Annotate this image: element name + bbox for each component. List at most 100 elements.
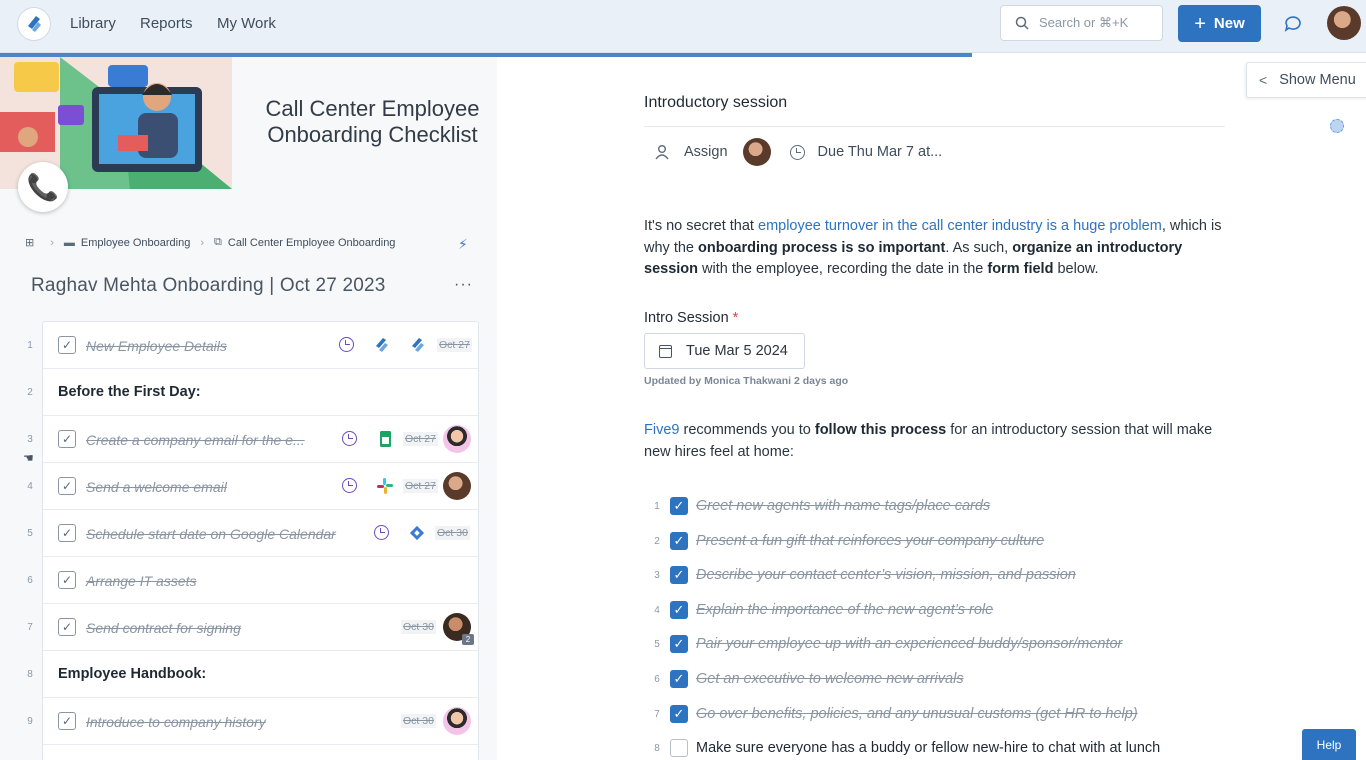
task-checkbox[interactable]: ✓	[58, 336, 76, 354]
divider	[644, 126, 1225, 127]
assignee-count-badge: 2	[462, 634, 474, 645]
due-date-button[interactable]: Due Thu Mar 7 at...	[818, 144, 943, 160]
due-date: Oct 27	[437, 338, 472, 352]
user-avatar[interactable]	[1327, 6, 1361, 40]
run-title[interactable]: Raghav Mehta Onboarding | Oct 27 2023	[31, 275, 386, 297]
text-run-bold: form field	[987, 261, 1054, 277]
app-logo-icon	[412, 338, 424, 352]
task-number: 5	[27, 528, 33, 539]
logo-icon[interactable]	[18, 8, 50, 40]
turnover-link[interactable]: employee turnover in the call center ind…	[758, 218, 1162, 234]
assignee-avatar[interactable]	[443, 425, 471, 453]
subtask-checkbox[interactable]	[670, 739, 688, 757]
app-logo-icon	[376, 338, 388, 352]
show-menu-button[interactable]: < Show Menu	[1246, 62, 1366, 98]
intro-session-date-field[interactable]: Tue Mar 5 2024	[644, 333, 805, 369]
subtask-label: Get an executive to welcome new arrivals	[696, 671, 964, 687]
subtask-number: 3	[654, 569, 660, 581]
subtask-item: 7 ✓ Go over benefits, policies, and any …	[650, 704, 1138, 724]
task-row[interactable]: 7 ✓ Send contract for signing Oct 30 2	[27, 604, 478, 651]
subtask-item: 8 Make sure everyone has a buddy or fell…	[650, 738, 1160, 758]
field-label-text: Intro Session	[644, 310, 729, 326]
process-description: Five9 recommends you to follow this proc…	[644, 420, 1224, 463]
subtask-checkbox[interactable]: ✓	[670, 497, 688, 515]
task-row[interactable]: 9 ✓ Introduce to company history Oct 30	[27, 698, 478, 745]
subtask-label: Present a fun gift that reinforces your …	[696, 533, 1045, 549]
search-placeholder: Search or ⌘+K	[1039, 15, 1129, 30]
more-options-icon[interactable]: ···	[454, 276, 473, 294]
subtask-checkbox[interactable]: ✓	[670, 566, 688, 584]
due-date: Oct 27	[403, 432, 438, 446]
section-heading-row[interactable]: 2 Before the First Day:	[27, 369, 478, 416]
subtask-checkbox[interactable]: ✓	[670, 670, 688, 688]
field-label: Intro Session *	[644, 310, 738, 326]
nav-library[interactable]: Library	[70, 15, 116, 32]
due-date: Oct 27	[403, 479, 438, 493]
task-checkbox[interactable]: ✓	[58, 571, 76, 589]
assignee-avatar[interactable]	[443, 472, 471, 500]
search-icon	[1015, 16, 1029, 30]
task-number: 6	[27, 575, 33, 586]
subtask-item: 2 ✓ Present a fun gift that reinforces y…	[650, 531, 1044, 551]
task-row[interactable]: 3 ✓ Create a company email for the e... …	[27, 416, 478, 463]
show-menu-label: Show Menu	[1279, 72, 1356, 88]
assign-button[interactable]: Assign	[684, 144, 728, 160]
subtask-number: 1	[654, 500, 660, 512]
task-checkbox[interactable]: ✓	[58, 524, 76, 542]
text-run: recommends you to	[679, 422, 815, 438]
subtask-checkbox[interactable]: ✓	[670, 601, 688, 619]
subtask-number: 7	[654, 708, 660, 720]
task-number: 8	[27, 669, 33, 680]
hierarchy-icon[interactable]: ⊞	[25, 236, 34, 249]
breadcrumb-folder[interactable]: Employee Onboarding	[81, 237, 190, 249]
task-number: 4	[27, 481, 33, 492]
task-row[interactable]: 4 ✓ Send a welcome email Oct 27	[27, 463, 478, 510]
search-input[interactable]: Search or ⌘+K	[1000, 5, 1163, 41]
help-button[interactable]: Help	[1302, 729, 1356, 760]
clock-icon	[374, 525, 389, 540]
subtask-number: 4	[654, 604, 660, 616]
subtask-checkbox[interactable]: ✓	[670, 635, 688, 653]
task-row[interactable]: 5 ✓ Schedule start date on Google Calend…	[27, 510, 478, 557]
assignee-avatar[interactable]	[443, 707, 471, 735]
new-button-label: New	[1213, 15, 1245, 32]
step-title[interactable]: Introductory session	[644, 94, 787, 112]
nav-my-work[interactable]: My Work	[217, 15, 276, 32]
comment-icon[interactable]	[1283, 14, 1303, 34]
new-button[interactable]: + New	[1178, 5, 1261, 42]
section-heading: Before the First Day:	[58, 384, 201, 400]
subtask-number: 2	[654, 535, 660, 547]
task-row[interactable]: 1 ✓ New Employee Details Oct 27	[27, 322, 478, 369]
date-value: Tue Mar 5 2024	[686, 343, 788, 359]
section-heading-row[interactable]: 8 Employee Handbook:	[27, 651, 478, 698]
task-checkbox[interactable]: ✓	[58, 618, 76, 636]
subtask-checkbox[interactable]: ✓	[670, 705, 688, 723]
five9-link[interactable]: Five9	[644, 422, 679, 438]
template-title-line2: Onboarding Checklist	[267, 122, 478, 147]
assignee-avatar[interactable]	[742, 138, 771, 166]
task-label: Schedule start date on Google Calendar	[86, 526, 336, 542]
subtask-label: Explain the importance of the new agent’…	[696, 602, 994, 618]
subtask-number: 8	[654, 742, 660, 754]
subtask-checkbox[interactable]: ✓	[670, 532, 688, 550]
folder-icon: ▬	[63, 236, 75, 249]
task-number: 2	[27, 387, 33, 398]
person-icon	[655, 145, 669, 160]
task-label: Send a welcome email	[86, 479, 227, 495]
task-checkbox[interactable]: ✓	[58, 477, 76, 495]
task-number: 7	[27, 622, 33, 633]
required-marker: *	[732, 310, 739, 326]
due-date: Oct 30	[435, 526, 470, 540]
task-label: Create a company email for the e...	[86, 432, 305, 448]
task-row[interactable]: 6 ✓ Arrange IT assets	[27, 557, 478, 604]
lightning-icon[interactable]: ⚡	[458, 236, 468, 253]
task-checkbox[interactable]: ✓	[58, 712, 76, 730]
nav-reports[interactable]: Reports	[140, 15, 193, 32]
task-checkbox[interactable]: ✓	[58, 430, 76, 448]
due-date: Oct 30	[401, 714, 436, 728]
task-list: 1 ✓ New Employee Details Oct 27 2 Before…	[27, 321, 479, 760]
task-number: 9	[27, 716, 33, 727]
text-run: . As such,	[945, 239, 1013, 256]
breadcrumb-workflow[interactable]: Call Center Employee Onboarding	[228, 237, 396, 249]
updated-by-text: Updated by Monica Thakwani 2 days ago	[644, 375, 849, 387]
